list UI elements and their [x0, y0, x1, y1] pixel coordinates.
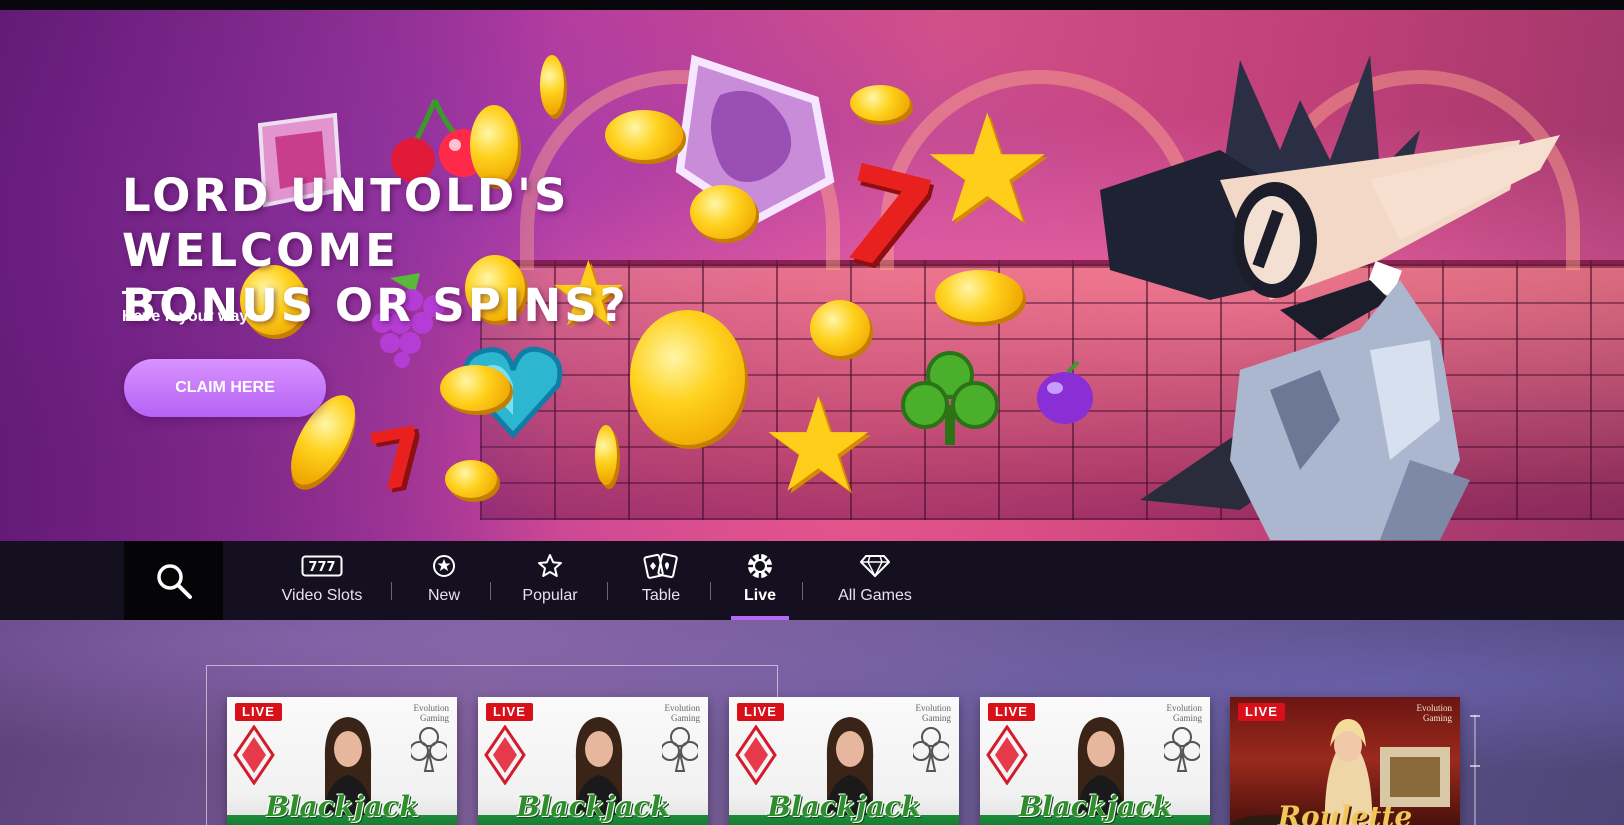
tab-video-slots-label: Video Slots [281, 587, 363, 604]
club-suit-icon [662, 727, 698, 772]
club-suit-icon [411, 727, 447, 772]
gold-coin-icon [445, 460, 497, 498]
tab-video-slots[interactable]: 777 Video Slots [279, 541, 365, 620]
tab-new[interactable]: New [418, 541, 470, 620]
tab-live-label: Live [743, 587, 776, 604]
star-outline-icon [538, 554, 562, 577]
search-icon [156, 563, 192, 599]
scrollbar-tick [1470, 765, 1480, 767]
game-card-blackjack[interactable]: LIVE Evolution Gaming Blackjack [227, 697, 457, 825]
tab-table-label: Table [641, 587, 681, 604]
tab-popular-label: Popular [522, 587, 578, 604]
gold-coin-icon [605, 110, 683, 160]
club-suit-icon [913, 727, 949, 772]
tab-all-games-label: All Games [838, 587, 912, 604]
diamond-suit-icon [986, 725, 1028, 785]
lord-untold-mascot [1100, 55, 1560, 540]
tab-popular[interactable]: Popular [517, 541, 583, 620]
gold-coin-icon [540, 55, 564, 115]
game-card-blackjack[interactable]: LIVE Evolution Gaming Blackjack [729, 697, 959, 825]
game-title: Blackjack [1018, 790, 1172, 823]
provider-label: Evolution Gaming [664, 703, 701, 723]
provider-label: Evolution Gaming [915, 703, 952, 723]
gold-coin-icon [440, 365, 510, 411]
club-suit-icon [1164, 727, 1200, 772]
hero-banner: ★ ★ ★ 7 7 LORD UNTOLD'S WELCOME BONUS OR… [0, 10, 1624, 541]
game-title: Blackjack [767, 790, 921, 823]
nav-separator [607, 582, 608, 600]
game-category-nav: 777 Video Slots New Popular Table Live A… [0, 541, 1624, 620]
game-title: Blackjack [516, 790, 670, 823]
live-badge: LIVE [235, 703, 282, 721]
nav-separator [391, 582, 392, 600]
tab-all-games[interactable]: All Games [833, 541, 917, 620]
game-card-roulette[interactable]: LIVE Evolution Gaming Roulette [1230, 697, 1460, 825]
hero-divider [122, 291, 184, 294]
carousel-scrollbar[interactable] [1474, 715, 1476, 825]
hero-title-line-1: LORD UNTOLD'S WELCOME [122, 169, 570, 277]
roulette-chip-icon [748, 554, 772, 578]
slots-777-text: 777 [308, 560, 335, 575]
live-badge: LIVE [486, 703, 533, 721]
slots-777-icon: 777 [301, 555, 343, 577]
provider-label: Evolution Gaming [413, 703, 450, 723]
top-bar [0, 0, 1624, 10]
search-button[interactable] [124, 541, 223, 620]
scrollbar-tick [1470, 715, 1480, 717]
nav-separator [802, 582, 803, 600]
gold-coin-icon [595, 425, 617, 485]
tab-table[interactable]: Table [632, 541, 690, 620]
tab-new-label: New [427, 587, 460, 604]
game-card-blackjack[interactable]: LIVE Evolution Gaming Blackjack [478, 697, 708, 825]
diamond-icon [860, 555, 890, 578]
hero-subtitle: Have it your way [122, 308, 249, 325]
diamond-suit-icon [484, 725, 526, 785]
nav-separator [710, 582, 711, 600]
game-card-blackjack[interactable]: LIVE Evolution Gaming Blackjack [980, 697, 1210, 825]
claim-here-button[interactable]: CLAIM HERE [124, 359, 326, 417]
live-badge: LIVE [737, 703, 784, 721]
nav-separator [490, 582, 491, 600]
games-section: LIVE Evolution Gaming Blackjack LIVE Evo… [0, 620, 1624, 825]
game-title: Roulette [1277, 800, 1413, 825]
game-title: Blackjack [265, 790, 419, 823]
diamond-suit-icon [233, 725, 275, 785]
tab-live[interactable]: Live [728, 541, 792, 620]
live-badge: LIVE [988, 703, 1035, 721]
diamond-suit-icon [735, 725, 777, 785]
provider-label: Evolution Gaming [1166, 703, 1203, 723]
star-icon: ★ [760, 369, 877, 521]
gold-coin-icon [935, 270, 1023, 322]
gold-coin-icon [850, 85, 910, 121]
clover-icon [901, 351, 999, 445]
playing-cards-icon [643, 553, 678, 579]
new-burst-icon [433, 555, 455, 577]
